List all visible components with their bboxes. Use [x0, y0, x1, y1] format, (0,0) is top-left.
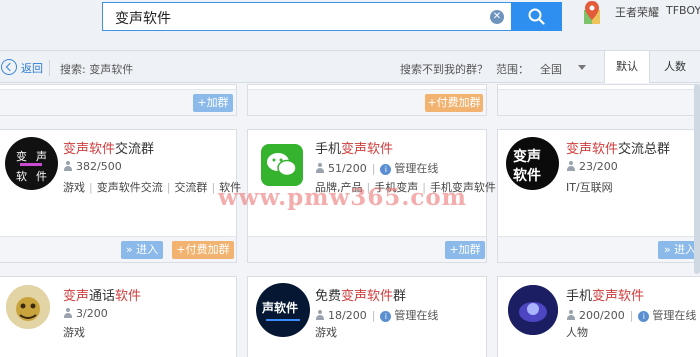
card-footer: +加群: [248, 236, 486, 262]
group-card[interactable]: 变 声 软 件 变声软件交流群 382/500 游戏 | 变声软件交流 | 交流群 | 软件…: [0, 129, 241, 263]
clear-icon[interactable]: ✕: [490, 10, 504, 24]
group-results: +加群 +付费加群 变 声 软 件 变声软件交流群 382/500 游戏 | 变声软…: [0, 84, 700, 357]
join-button[interactable]: +加群: [445, 241, 485, 259]
group-card: +加群: [0, 84, 237, 116]
map-pin-icon[interactable]: [580, 0, 604, 26]
members-icon: [63, 161, 73, 171]
card-footer: » 进入: [498, 236, 700, 262]
filter-bar: 返回 搜索: 变声软件 搜索不到我的群？ 范围： 全国 默认 人数: [0, 50, 700, 83]
info-icon: i: [380, 311, 392, 322]
group-avatar[interactable]: 变声 软件: [506, 137, 559, 190]
cannot-find-group-link[interactable]: 搜索不到我的群？: [400, 61, 488, 77]
group-card[interactable]: 变声通话软件 3/200 游戏: [0, 276, 237, 357]
info-icon: i: [638, 311, 650, 322]
group-name[interactable]: 变声通话软件: [63, 285, 141, 304]
search-summary: 搜索: 变声软件: [60, 63, 134, 76]
search-button[interactable]: [511, 2, 562, 31]
divider: [49, 60, 50, 76]
group-avatar[interactable]: [6, 285, 50, 329]
card-footer: » 进入 +付费加群: [0, 236, 236, 262]
group-card[interactable]: 手机变声软件 200/200 | i 管理在线 人物: [497, 276, 700, 357]
group-tags: IT/互联网: [566, 181, 613, 194]
group-name[interactable]: 变声软件交流总群: [566, 138, 670, 157]
group-name[interactable]: 免费变声软件群: [315, 285, 406, 304]
member-count: 51/200 | i 管理在线: [315, 160, 438, 176]
tab-member-count[interactable]: 人数: [650, 51, 700, 83]
watermark: www.pmw365.com: [218, 184, 468, 211]
wechat-icon[interactable]: [261, 144, 303, 186]
group-tags: 人物: [566, 326, 588, 339]
range-select[interactable]: 全国: [540, 61, 562, 77]
member-count: 23/200: [566, 160, 618, 173]
join-button[interactable]: +加群: [193, 94, 233, 112]
admin-online-status: 管理在线: [394, 162, 439, 175]
scrollbar[interactable]: [694, 84, 700, 274]
range-label: 范围：: [496, 63, 529, 76]
game-name-label[interactable]: 王者荣耀: [615, 4, 659, 20]
back-arrow-icon: [1, 59, 17, 75]
member-count: 3/200: [63, 307, 108, 320]
search-input[interactable]: 变声软件 ✕: [102, 2, 512, 31]
card-footer: +加群: [0, 89, 236, 115]
members-icon: [566, 310, 576, 320]
members-icon: [315, 310, 325, 320]
admin-online-status: 管理在线: [652, 309, 697, 322]
search-query-text: 变声软件: [115, 11, 171, 27]
card-footer: [498, 89, 700, 115]
member-count: 18/200 | i 管理在线: [315, 307, 438, 323]
enter-button[interactable]: » 进入: [121, 241, 163, 259]
group-card: +付费加群: [247, 84, 487, 116]
search-icon: [528, 8, 545, 25]
members-icon: [566, 161, 576, 171]
members-icon: [315, 163, 325, 173]
member-count: 200/200 | i 管理在线: [566, 307, 696, 323]
tab-default[interactable]: 默认: [604, 51, 650, 83]
top-search-bar: 变声软件 ✕ 王者荣耀 TFBOY: [0, 0, 700, 50]
group-tags: 游戏: [63, 326, 85, 339]
group-card: [497, 84, 700, 116]
member-count: 382/500: [63, 160, 122, 173]
group-name[interactable]: 手机变声软件: [315, 138, 393, 157]
group-avatar[interactable]: 声软件: [256, 283, 310, 337]
members-icon: [63, 308, 73, 318]
group-avatar[interactable]: [508, 285, 558, 335]
chevron-down-icon[interactable]: [578, 65, 586, 70]
paid-join-button[interactable]: +付费加群: [172, 241, 234, 259]
back-label: 返回: [21, 62, 43, 75]
group-avatar[interactable]: 变 声 软 件: [5, 137, 58, 190]
group-tags: 游戏 | 变声软件交流 | 交流群 | 软件: [63, 181, 242, 194]
admin-online-status: 管理在线: [394, 309, 439, 322]
group-name[interactable]: 变声软件交流群: [63, 138, 154, 157]
paid-join-button[interactable]: +付费加群: [425, 94, 483, 112]
info-icon: i: [380, 164, 392, 175]
group-card[interactable]: 变声 软件 变声软件交流总群 23/200 IT/互联网 » 进入: [497, 129, 700, 263]
group-tags: 游戏: [315, 326, 337, 339]
group-name[interactable]: 手机变声软件: [566, 285, 644, 304]
card-footer: +付费加群: [248, 89, 486, 115]
user-name-label[interactable]: TFBOY: [666, 4, 700, 17]
group-card[interactable]: 声软件 免费变声软件群 18/200 | i 管理在线 游戏: [247, 276, 487, 357]
